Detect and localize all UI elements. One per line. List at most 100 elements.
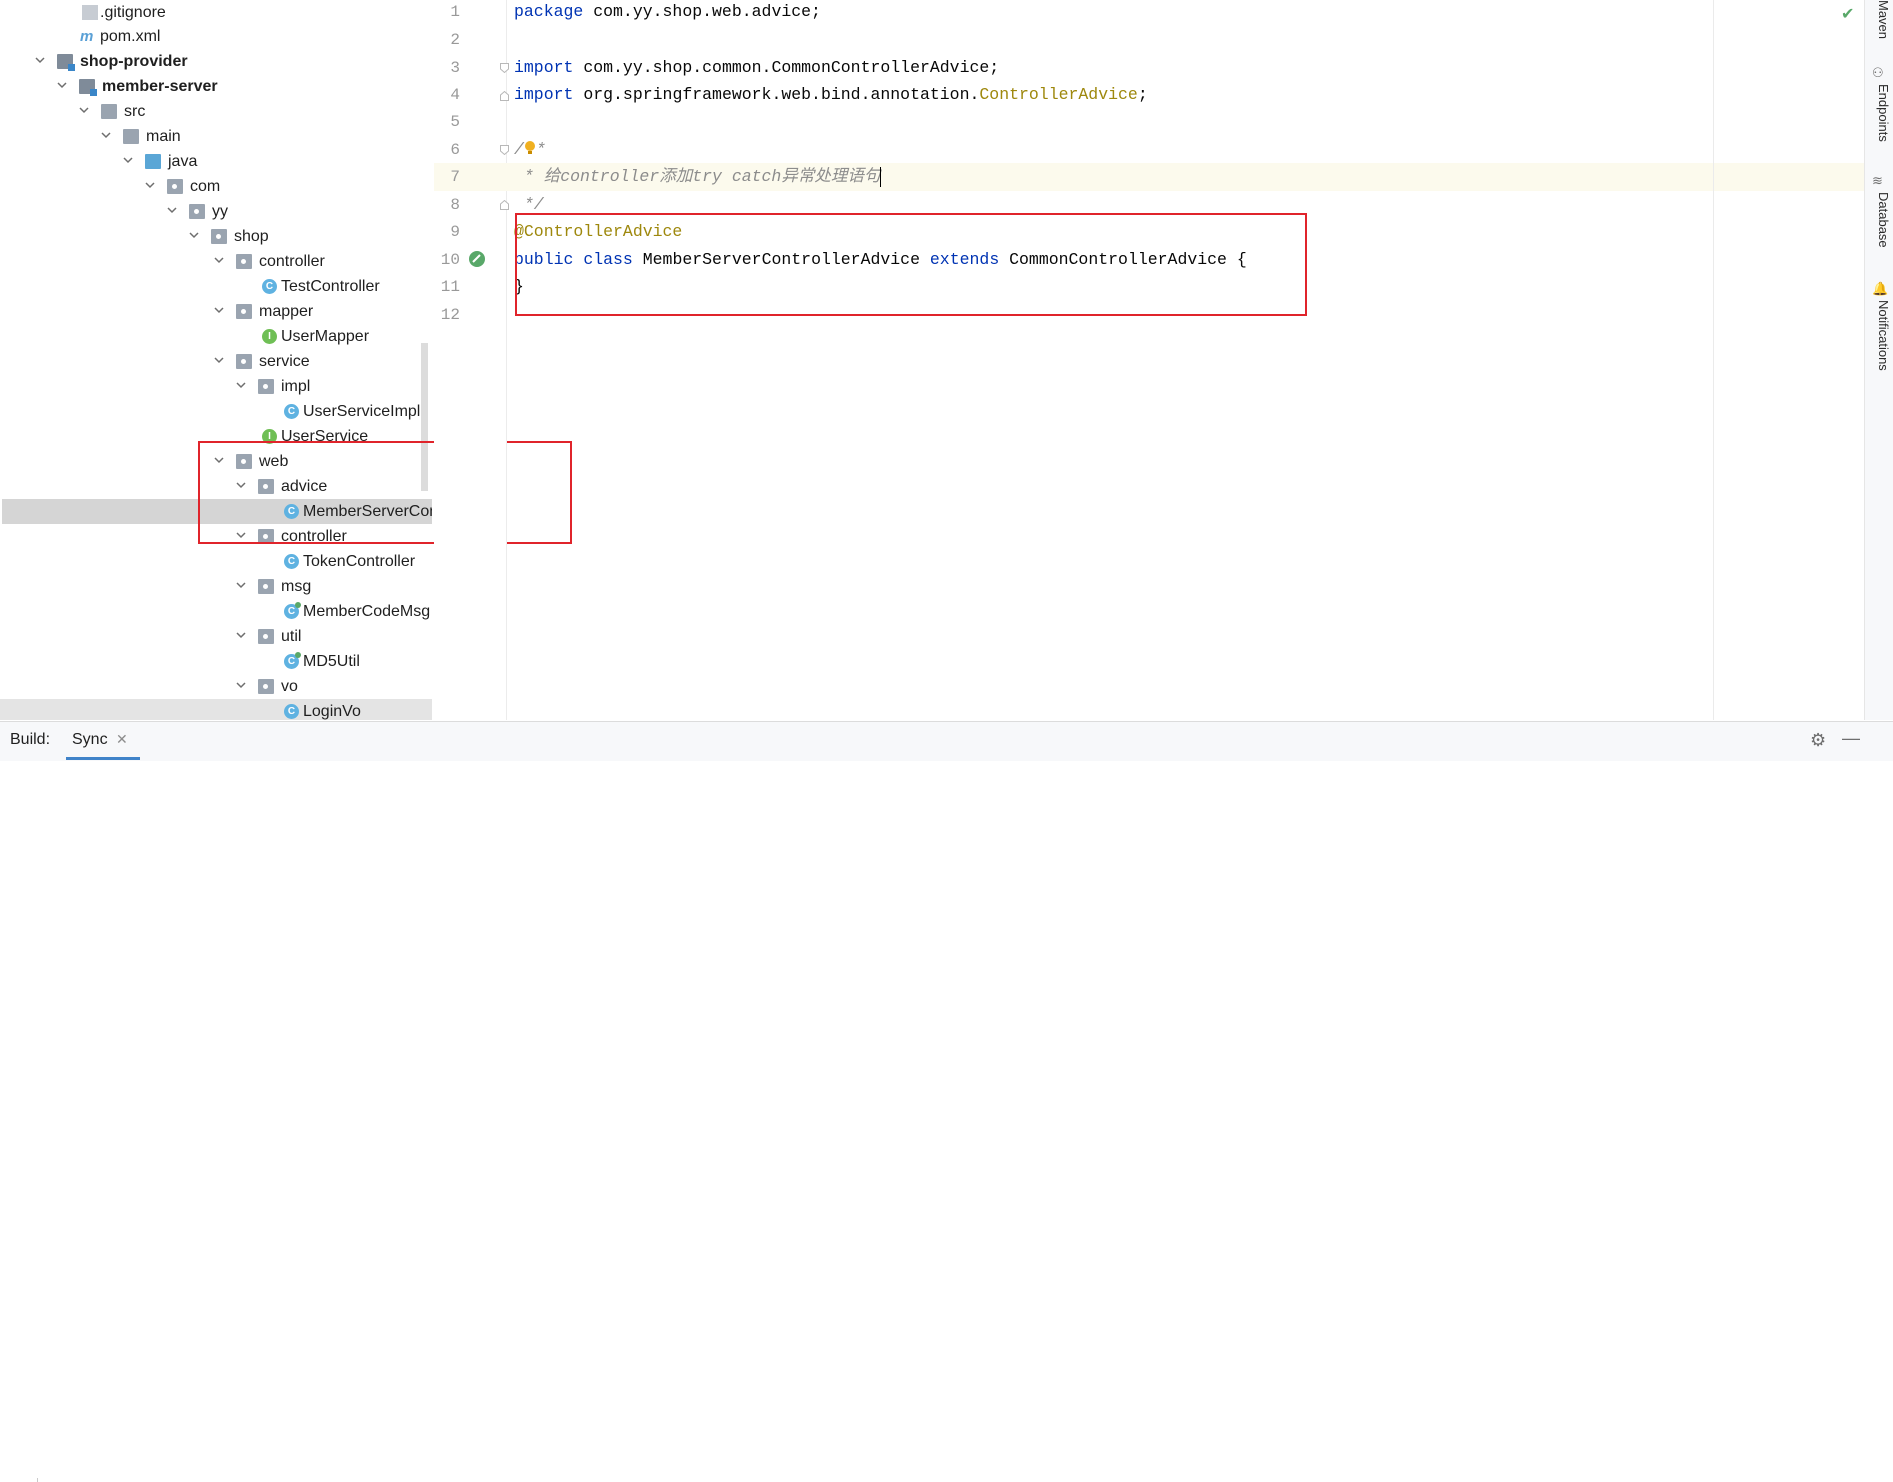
code-line-10[interactable]: public class MemberServerControllerAdvic… bbox=[514, 246, 1247, 274]
code-line-6[interactable]: / * bbox=[514, 136, 546, 164]
notifications-tab[interactable]: Notifications bbox=[1866, 300, 1891, 371]
tree-item-vo[interactable]: vo bbox=[0, 674, 432, 699]
tree-item-util[interactable]: util bbox=[0, 624, 432, 649]
tree-item-label: MD5Util bbox=[303, 653, 360, 670]
tree-item-label: TestController bbox=[281, 278, 380, 295]
chevron-down-icon[interactable] bbox=[234, 524, 248, 549]
tree-item-memberservercontrolleradvice[interactable]: C MemberServerControllerAdvice bbox=[2, 499, 432, 524]
chevron-down-icon[interactable] bbox=[121, 149, 135, 174]
chevron-down-icon[interactable] bbox=[212, 299, 226, 324]
chevron-down-icon[interactable] bbox=[234, 474, 248, 499]
tree-item-testcontroller[interactable]: C TestController bbox=[0, 274, 432, 299]
tree-item-src[interactable]: src bbox=[0, 99, 432, 124]
inspection-ok-icon[interactable]: ✔ bbox=[1841, 4, 1854, 24]
chevron-down-icon[interactable] bbox=[234, 674, 248, 699]
package-icon bbox=[258, 629, 274, 644]
line-number: 9 bbox=[450, 223, 460, 241]
tree-item-userservice[interactable]: I UserService bbox=[0, 424, 432, 449]
code-text: CommonControllerAdvice { bbox=[999, 250, 1247, 269]
chevron-down-icon[interactable] bbox=[33, 49, 47, 74]
chevron-down-icon[interactable] bbox=[77, 99, 91, 124]
line-number: 2 bbox=[450, 31, 460, 49]
implemented-method-icon[interactable] bbox=[468, 250, 486, 268]
tree-item-shop-provider[interactable]: shop-provider bbox=[0, 49, 432, 74]
tree-item-pom[interactable]: m pom.xml bbox=[0, 24, 432, 49]
line-number: 6 bbox=[450, 141, 460, 159]
code-text: ; bbox=[1137, 85, 1148, 104]
chevron-down-icon[interactable] bbox=[234, 374, 248, 399]
tree-item-membercodemsg[interactable]: C MemberCodeMsg bbox=[0, 599, 432, 624]
package-icon bbox=[258, 679, 274, 694]
minimize-icon[interactable]: — bbox=[1842, 728, 1860, 749]
tree-item-main[interactable]: main bbox=[0, 124, 432, 149]
chevron-down-icon[interactable] bbox=[99, 124, 113, 149]
fold-marker-icon[interactable] bbox=[500, 145, 509, 155]
lightbulb-icon[interactable] bbox=[524, 138, 536, 154]
tree-item-service[interactable]: service bbox=[0, 349, 432, 374]
keyword: package bbox=[514, 2, 584, 21]
chevron-down-icon[interactable] bbox=[234, 574, 248, 599]
code-line-7[interactable]: * 给controller添加try catch异常处理语句 bbox=[514, 163, 882, 191]
tree-item-web-controller[interactable]: controller bbox=[0, 524, 432, 549]
tree-item-controller[interactable]: controller bbox=[0, 249, 432, 274]
code-line-4[interactable]: import org.springframework.web.bind.anno… bbox=[514, 81, 1148, 109]
tree-item-loginvo[interactable]: C LoginVo bbox=[0, 699, 432, 720]
chevron-down-icon[interactable] bbox=[143, 174, 157, 199]
chevron-down-icon[interactable] bbox=[212, 349, 226, 374]
tree-item-userserviceimpl[interactable]: C UserServiceImpl bbox=[0, 399, 432, 424]
tree-item-label: advice bbox=[281, 478, 328, 495]
fold-marker-icon[interactable] bbox=[500, 63, 509, 73]
gear-icon[interactable]: ⚙ bbox=[1810, 730, 1826, 751]
chevron-down-icon[interactable] bbox=[187, 224, 201, 249]
annotation-text: @ControllerAdvice bbox=[514, 222, 683, 241]
build-tool-bar: Build: Sync ✕ ⚙ — bbox=[0, 721, 1893, 1482]
tree-item-com[interactable]: com bbox=[0, 174, 432, 199]
code-line-1[interactable]: package com.yy.shop.web.advice; bbox=[514, 0, 821, 26]
tree-item-label: TokenController bbox=[303, 553, 416, 570]
tree-item-msg[interactable]: msg bbox=[0, 574, 432, 599]
endpoints-icon: ⚇ bbox=[1872, 65, 1884, 80]
tree-item-label: .gitignore bbox=[100, 4, 166, 21]
tree-item-usermapper[interactable]: I UserMapper bbox=[0, 324, 432, 349]
maven-tab[interactable]: Maven bbox=[1866, 0, 1891, 39]
chevron-down-icon[interactable] bbox=[55, 74, 69, 99]
tree-item-shop[interactable]: shop bbox=[0, 224, 432, 249]
chevron-down-icon[interactable] bbox=[212, 449, 226, 474]
keyword: import bbox=[514, 85, 574, 104]
tree-item-web[interactable]: web bbox=[0, 449, 432, 474]
tab-sync[interactable]: Sync bbox=[72, 731, 108, 749]
line-number: 5 bbox=[450, 113, 460, 131]
database-tab[interactable]: Database bbox=[1866, 192, 1891, 248]
text-caret bbox=[880, 166, 882, 187]
tree-item-advice[interactable]: advice bbox=[0, 474, 432, 499]
code-line-9[interactable]: @ControllerAdvice bbox=[514, 218, 682, 246]
code-line-11[interactable]: } bbox=[514, 273, 524, 301]
class-icon: C bbox=[284, 704, 299, 719]
line-number: 10 bbox=[440, 251, 460, 269]
tree-scrollbar[interactable] bbox=[421, 343, 428, 491]
code-text: com.yy.shop.web.advice; bbox=[583, 2, 821, 21]
chevron-down-icon[interactable] bbox=[212, 249, 226, 274]
code-line-8[interactable]: */ bbox=[514, 191, 544, 219]
keyword: extends bbox=[929, 250, 1000, 269]
tree-item-mapper[interactable]: mapper bbox=[0, 299, 432, 324]
fold-marker-icon[interactable] bbox=[500, 91, 509, 101]
close-icon[interactable]: ✕ bbox=[116, 731, 128, 748]
tree-item-impl[interactable]: impl bbox=[0, 374, 432, 399]
tree-item-gitignore[interactable]: .gitignore bbox=[0, 0, 432, 25]
tree-item-tokencontroller[interactable]: C TokenController bbox=[0, 549, 432, 574]
build-output-divider bbox=[37, 1478, 1854, 1482]
package-icon bbox=[236, 254, 252, 269]
line-number: 3 bbox=[450, 59, 460, 77]
tree-item-member-server[interactable]: member-server bbox=[0, 74, 432, 99]
chevron-down-icon[interactable] bbox=[165, 199, 179, 224]
endpoints-tab[interactable]: Endpoints bbox=[1866, 84, 1891, 142]
tree-item-yy[interactable]: yy bbox=[0, 199, 432, 224]
tree-item-java[interactable]: java bbox=[0, 149, 432, 174]
chevron-down-icon[interactable] bbox=[234, 624, 248, 649]
fold-marker-icon[interactable] bbox=[500, 200, 509, 210]
tree-item-label: util bbox=[281, 628, 302, 645]
tree-item-md5util[interactable]: C MD5Util bbox=[0, 649, 432, 674]
package-icon bbox=[236, 304, 252, 319]
code-line-3[interactable]: import com.yy.shop.common.CommonControll… bbox=[514, 54, 999, 82]
